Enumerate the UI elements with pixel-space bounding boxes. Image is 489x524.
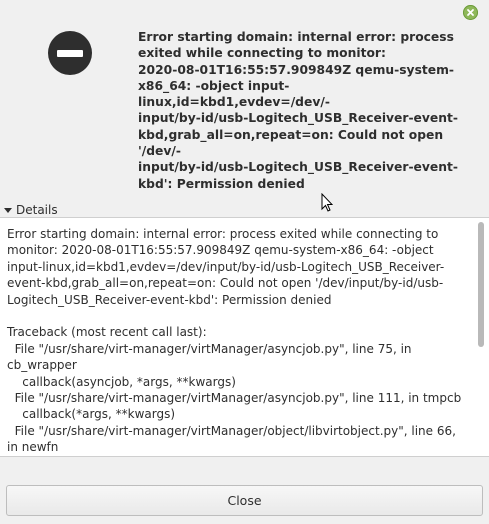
close-icon[interactable] (463, 5, 478, 20)
details-text-view[interactable]: Error starting domain: internal error: p… (0, 217, 489, 457)
expander-arrow-icon (4, 208, 12, 213)
details-text: Error starting domain: internal error: p… (7, 227, 462, 455)
error-dialog: Error starting domain: internal error: p… (0, 0, 489, 524)
close-button[interactable]: Close (6, 485, 483, 516)
mouse-pointer-icon (321, 192, 334, 217)
error-message: Error starting domain: internal error: p… (138, 30, 458, 191)
details-scrollbar[interactable] (478, 222, 484, 347)
details-label: Details (16, 203, 58, 217)
error-icon (48, 31, 92, 75)
details-expander[interactable]: Details (4, 203, 58, 218)
